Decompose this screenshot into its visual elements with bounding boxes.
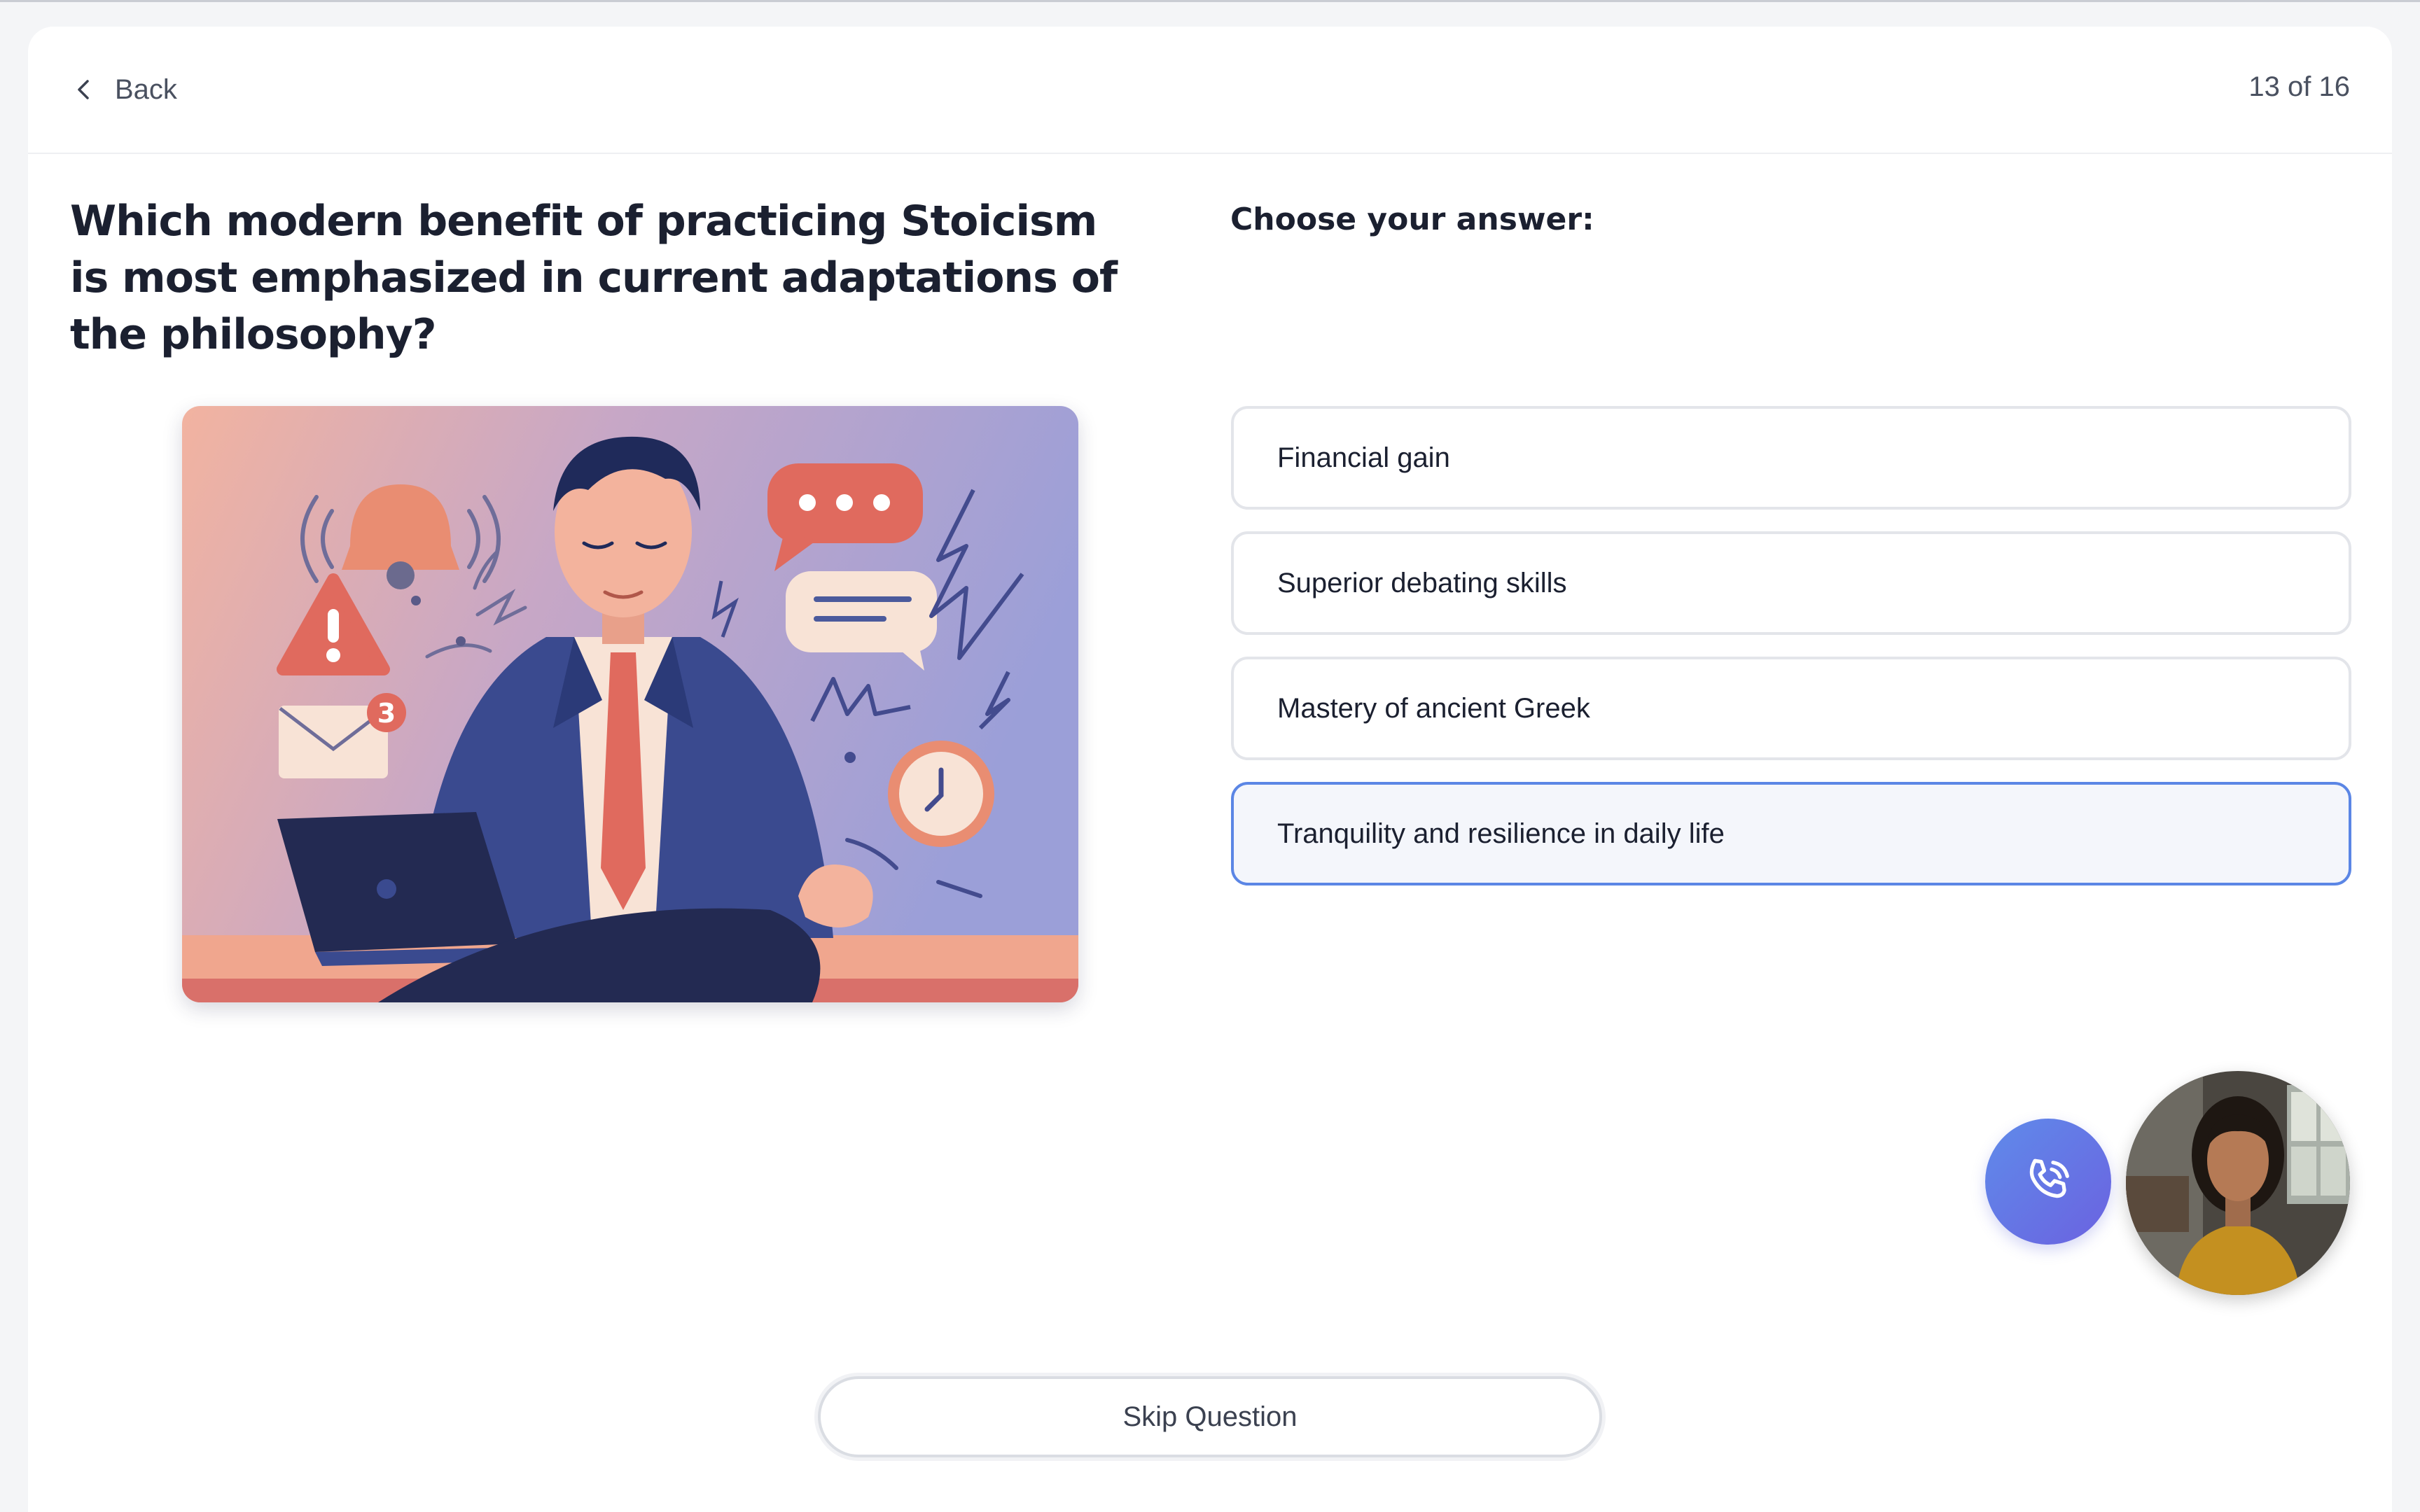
quiz-header: Back 13 of 16 bbox=[28, 27, 2392, 154]
answer-option-label: Superior debating skills bbox=[1277, 568, 1567, 598]
question-illustration: 3 bbox=[182, 406, 1078, 1002]
question-progress: 13 of 16 bbox=[2248, 71, 2350, 102]
answers-heading: Choose your answer: bbox=[1230, 202, 1594, 237]
notification-count: 3 bbox=[377, 698, 396, 729]
answer-option-4-selected[interactable]: Tranquility and resilience in daily life bbox=[1231, 782, 2351, 886]
answer-option-3[interactable]: Mastery of ancient Greek bbox=[1231, 657, 2351, 760]
back-button[interactable]: Back bbox=[70, 69, 177, 111]
quiz-card: Back 13 of 16 Which modern benefit of pr… bbox=[28, 27, 2392, 1512]
question-title: Which modern benefit of practicing Stoic… bbox=[70, 197, 1118, 359]
answer-option-1[interactable]: Financial gain bbox=[1231, 406, 2351, 510]
answer-options: Financial gain Superior debating skills … bbox=[1231, 406, 2351, 907]
mail-icon: 3 bbox=[279, 693, 406, 778]
back-label: Back bbox=[115, 74, 177, 105]
answer-option-label: Financial gain bbox=[1277, 442, 1450, 473]
answer-option-label: Mastery of ancient Greek bbox=[1277, 693, 1590, 724]
answer-option-2[interactable]: Superior debating skills bbox=[1231, 531, 2351, 635]
answer-option-label: Tranquility and resilience in daily life bbox=[1277, 818, 1725, 849]
window-top-border bbox=[0, 0, 2420, 2]
phone-icon bbox=[2029, 1158, 2069, 1198]
skip-question-button[interactable]: Skip Question bbox=[818, 1376, 1602, 1457]
voice-call-button[interactable] bbox=[1985, 1119, 2111, 1245]
chevron-left-icon bbox=[78, 80, 89, 99]
assistant-avatar[interactable] bbox=[2126, 1071, 2350, 1295]
clock-icon bbox=[888, 741, 994, 847]
